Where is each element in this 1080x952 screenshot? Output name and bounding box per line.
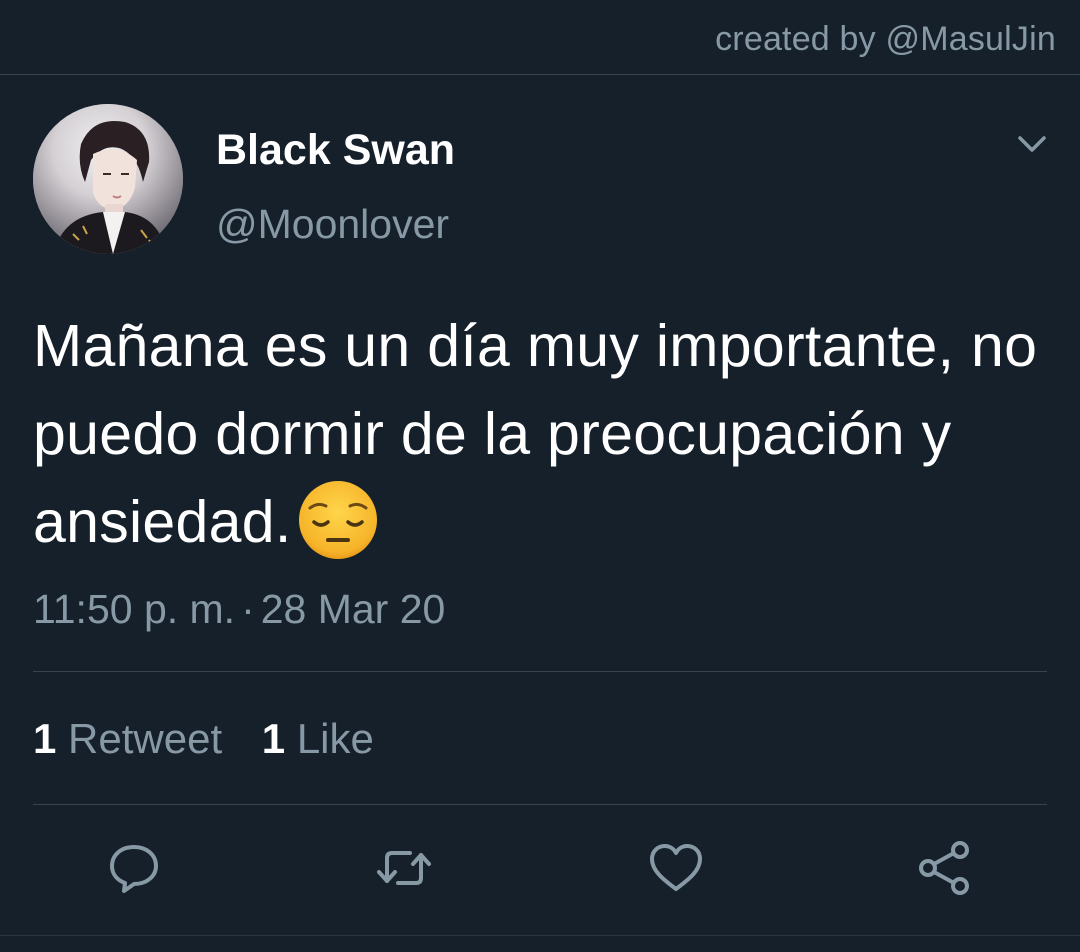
avatar-image — [33, 104, 183, 254]
share-icon[interactable] — [914, 838, 974, 898]
retweet-count: 1 — [33, 715, 57, 762]
retweet-label: Retweet — [68, 715, 223, 762]
like-count: 1 — [261, 715, 286, 762]
tweet-body: Mañana es un día muy importante, no pued… — [33, 302, 1043, 568]
tweet-text: Mañana es un día muy importante, no pued… — [33, 313, 1038, 555]
engagement-stats: 1 Retweet 1 Like — [33, 715, 402, 763]
divider — [33, 804, 1047, 805]
user-handle[interactable]: @Moonlover — [216, 201, 449, 248]
pensive-face-icon — [296, 478, 380, 562]
like-stat[interactable]: 1 Like — [262, 715, 374, 762]
tweet-screenshot: created by @MasulJin Black Swan @Moonlov… — [0, 0, 1080, 952]
tweet-timestamp[interactable]: 11:50 p. m. · 28 Mar 20 — [33, 586, 445, 633]
divider — [33, 671, 1047, 672]
reply-icon[interactable] — [104, 838, 164, 898]
tweet-time: 11:50 p. m. — [33, 586, 236, 632]
like-label: Like — [296, 715, 374, 762]
tweet-date: 28 Mar 20 — [260, 586, 446, 632]
heart-icon[interactable] — [646, 838, 706, 898]
chevron-down-icon[interactable] — [1012, 128, 1052, 164]
bottom-divider — [0, 935, 1080, 936]
credit-bar: created by @MasulJin — [0, 0, 1080, 75]
display-name[interactable]: Black Swan — [216, 126, 455, 175]
avatar[interactable] — [33, 104, 183, 254]
credit-text: created by @MasulJin — [715, 20, 1056, 58]
separator-dot: · — [241, 586, 255, 632]
retweet-icon[interactable] — [374, 838, 434, 898]
retweet-stat[interactable]: 1 Retweet — [33, 715, 222, 762]
